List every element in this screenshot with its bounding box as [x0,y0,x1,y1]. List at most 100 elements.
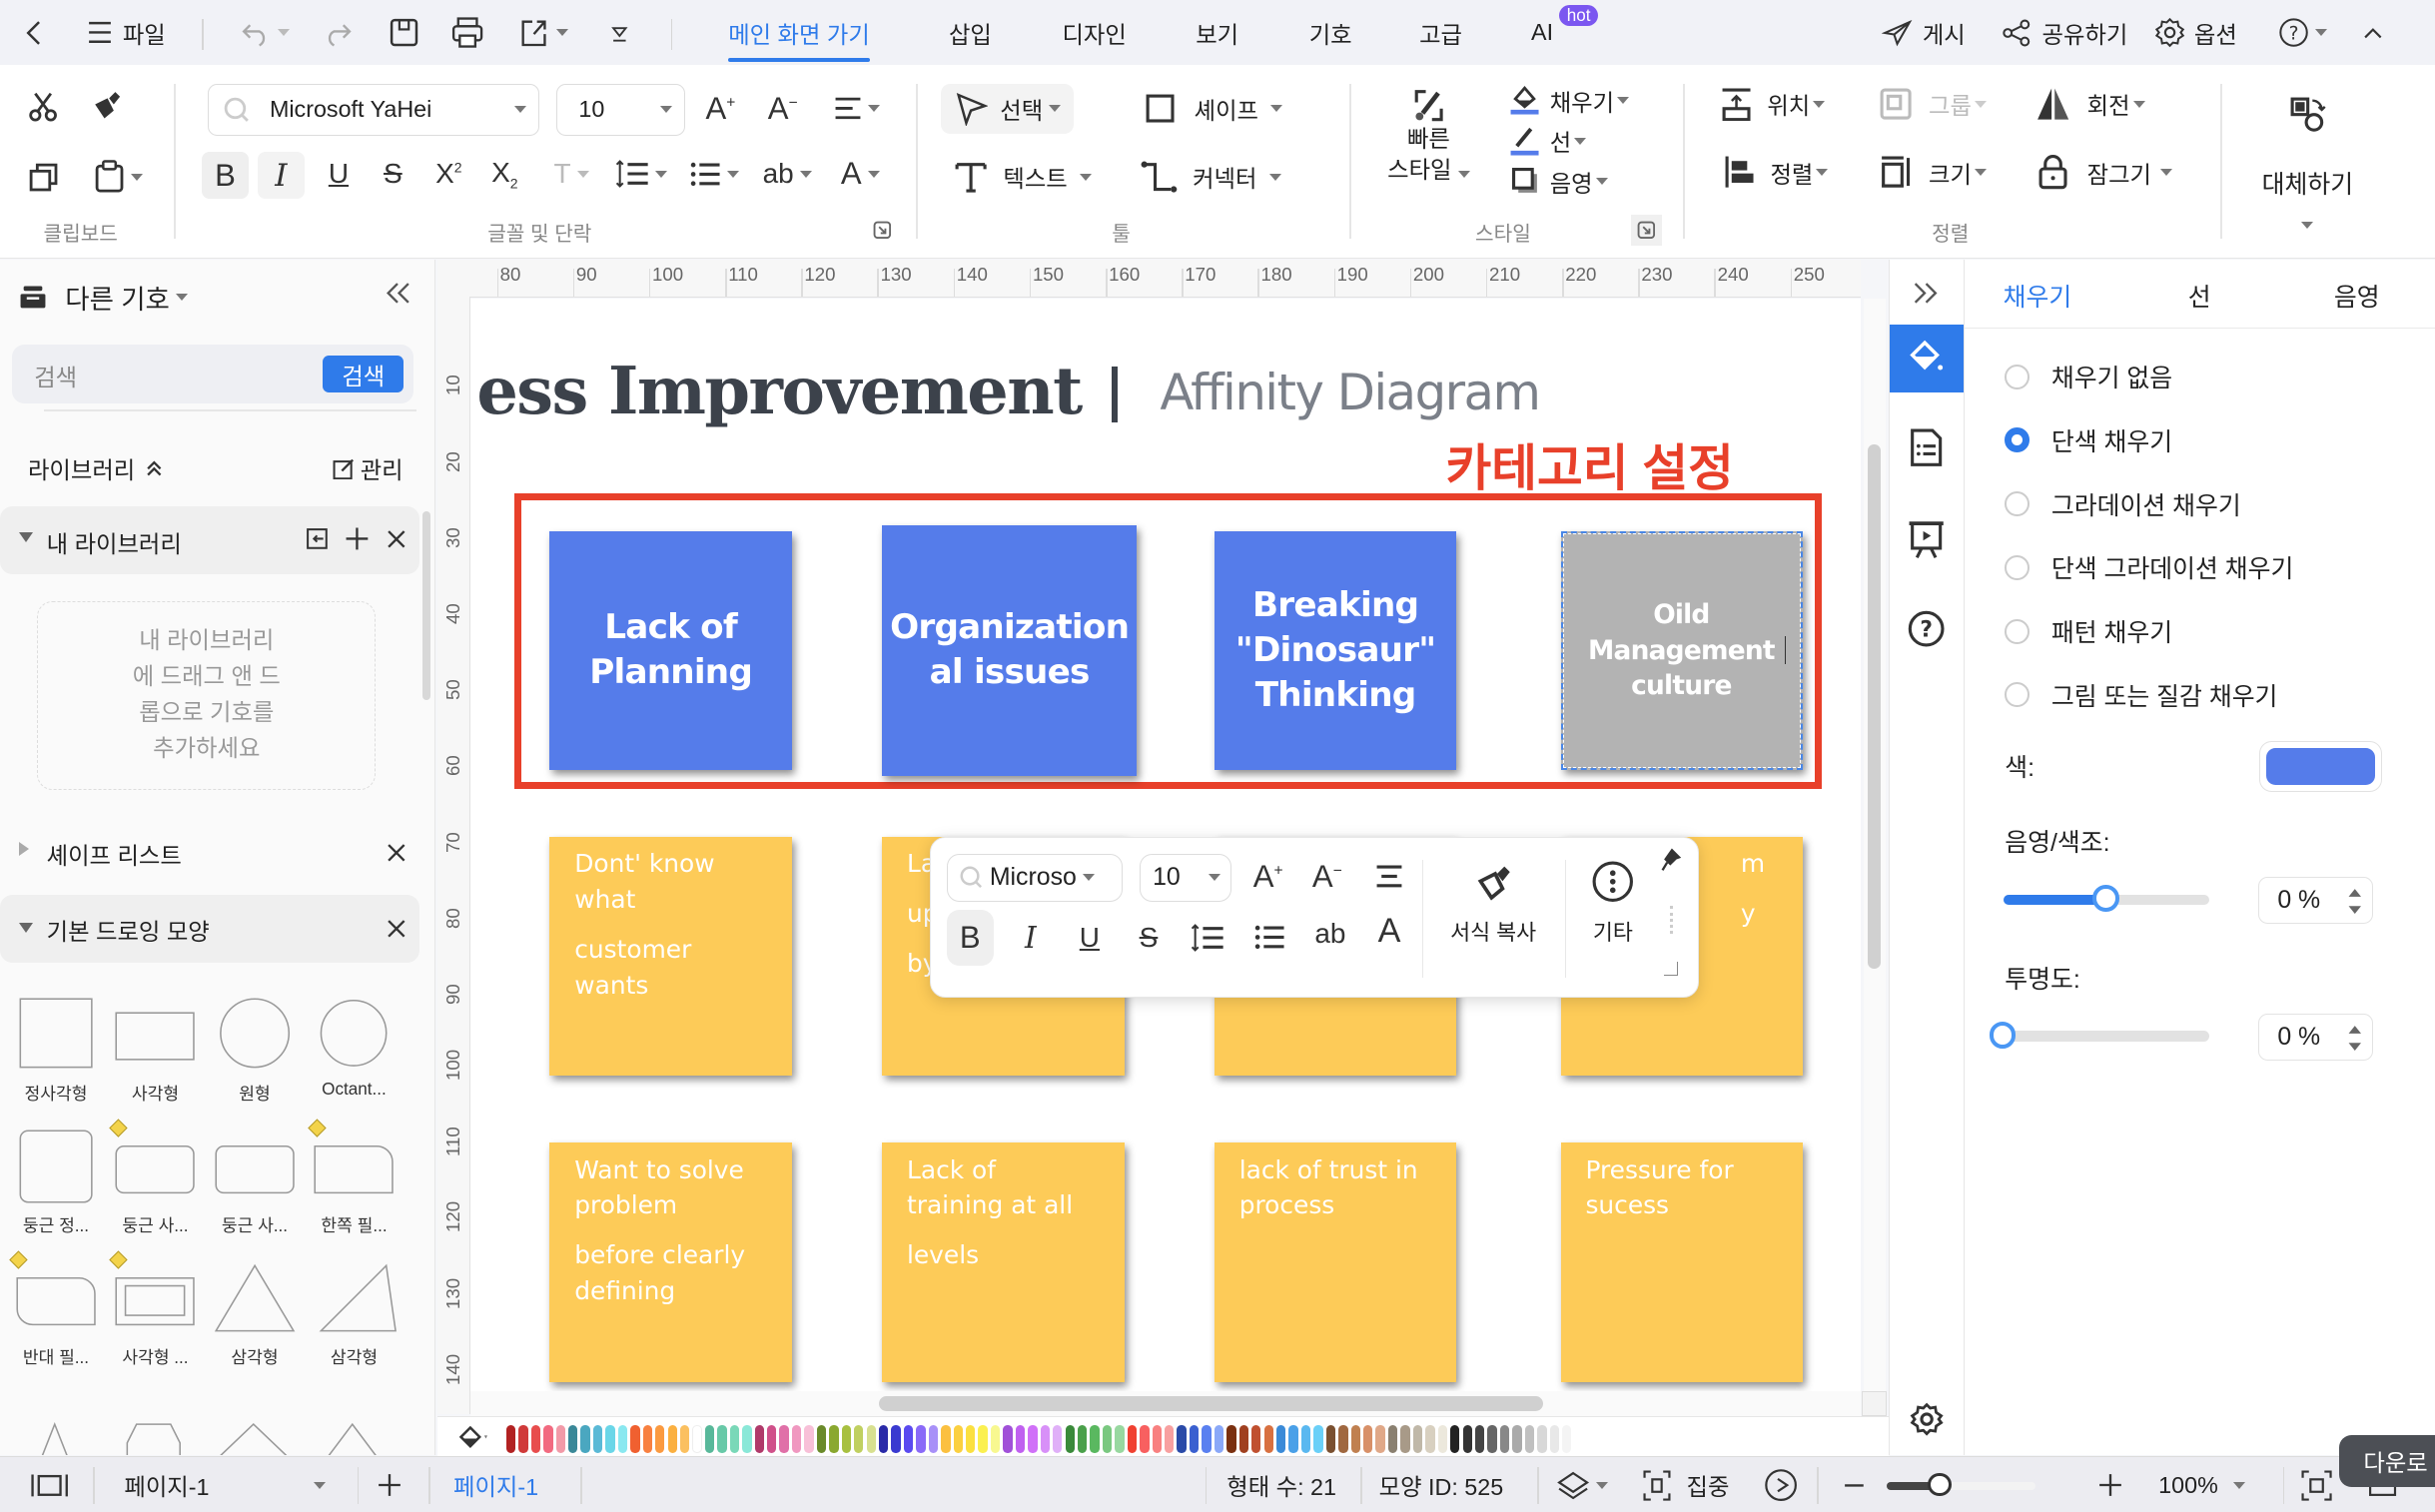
group-button[interactable]: 그룹 [1879,87,1988,121]
text-align-button[interactable] [826,87,888,131]
shade-input[interactable]: 0 % [2257,877,2373,925]
float-font-size-select[interactable]: 10 [1139,853,1231,903]
color-swatch[interactable] [1226,1424,1236,1453]
page-tab-active[interactable]: 페이지-1 [453,1457,538,1512]
color-swatch[interactable] [1338,1424,1348,1453]
float-increase-font-button[interactable]: A+ [1246,855,1290,899]
shape-item-rect[interactable]: 사각형 [109,993,202,1105]
zoom-in-button[interactable] [2096,1457,2124,1512]
float-font-family-select[interactable]: Microso [946,853,1123,903]
shape-item-partial[interactable] [19,1421,91,1455]
italic-button[interactable]: I [258,152,305,199]
category-card-selected[interactable]: Oild Management culture [1560,530,1804,771]
color-swatch[interactable] [1450,1424,1460,1453]
page-properties-tab[interactable] [1908,427,1945,467]
color-swatch[interactable] [978,1424,988,1453]
float-more-button[interactable]: 기타 [1577,860,1649,947]
color-swatch[interactable] [530,1424,541,1453]
color-swatch[interactable] [854,1424,864,1453]
pin-icon[interactable] [1661,847,1683,872]
font-size-select[interactable]: 10 [555,83,686,136]
close-icon[interactable] [386,842,407,864]
color-swatch[interactable] [1251,1424,1261,1453]
color-swatch[interactable] [1028,1424,1038,1453]
rotate-button[interactable]: 회전 [2034,87,2145,121]
color-swatch[interactable] [1053,1424,1063,1453]
color-swatch[interactable] [1313,1424,1323,1453]
shape-item-rrect2[interactable]: 둥근 사... [208,1125,301,1236]
color-swatch[interactable] [966,1424,976,1453]
color-swatch[interactable] [1090,1424,1100,1453]
color-swatch[interactable] [1562,1424,1572,1453]
float-underline-button[interactable]: U [1068,916,1112,960]
color-swatch[interactable] [767,1424,777,1453]
category-card[interactable]: Lack of Planning [549,530,792,771]
resize-corner-icon[interactable] [1664,962,1678,976]
lock-button[interactable]: 잠그기 [2037,155,2173,190]
color-swatch[interactable] [878,1424,889,1453]
color-swatch[interactable] [1537,1424,1547,1453]
float-font-color-button[interactable]: A [1367,910,1411,954]
line-spacing-button[interactable] [610,152,672,196]
color-swatch[interactable] [1152,1424,1162,1453]
shape-item-framerect[interactable]: 사각형 ... [109,1250,202,1368]
symbol-search-input[interactable]: 검색 검색 [12,345,413,404]
color-swatch[interactable] [1462,1424,1472,1453]
color-swatch[interactable] [1214,1424,1224,1453]
float-format-painter-button[interactable]: 서식 복사 [1437,860,1549,947]
fill-option-radio[interactable]: 단색 그라데이션 채우기 [2005,549,2293,585]
color-swatch[interactable] [1363,1424,1373,1453]
color-swatch[interactable] [1350,1424,1360,1453]
color-swatch[interactable] [866,1424,876,1453]
save-button[interactable] [389,0,419,65]
color-swatch[interactable] [928,1424,939,1453]
shadow-button[interactable]: 음영 [1512,165,1608,199]
shape-item-partial[interactable] [317,1421,389,1455]
plus-icon[interactable] [345,526,370,551]
color-swatch[interactable] [505,1424,516,1453]
color-swatch[interactable] [1437,1424,1447,1453]
color-swatch[interactable] [916,1424,926,1453]
play-button[interactable] [1764,1457,1798,1512]
tab-view[interactable]: 보기 [1196,0,1238,65]
color-swatch[interactable] [555,1424,565,1453]
focus-mode-button[interactable]: 집중 [1643,1457,1729,1512]
more-quick-access-button[interactable] [610,0,629,65]
settings-button[interactable] [1910,1402,1944,1436]
transparency-input[interactable]: 0 % [2257,1014,2373,1061]
color-swatch[interactable] [667,1424,677,1453]
float-strikethrough-button[interactable]: S [1127,916,1171,960]
category-card[interactable]: Organization al issues [882,524,1138,777]
tab-symbols[interactable]: 기호 [1309,0,1352,65]
decrease-font-button[interactable]: A− [761,87,805,131]
export-button[interactable] [518,0,568,65]
shape-item-square[interactable]: 정사각형 [9,993,102,1105]
search-button[interactable]: 검색 [323,356,405,393]
my-library-header[interactable]: 내 라이브러리 [0,505,419,575]
font-family-select[interactable]: Microsoft YaHei [208,83,539,136]
fill-color-picker[interactable] [2259,740,2383,793]
shape-item-rrect[interactable]: 둥근 사... [109,1118,202,1236]
color-swatch[interactable] [779,1424,789,1453]
file-menu-button[interactable]: 파일 [86,0,166,65]
color-swatch[interactable] [592,1424,603,1453]
style-dialog-launcher[interactable] [1630,214,1662,246]
color-swatch[interactable] [655,1424,665,1453]
cut-button[interactable] [22,84,66,128]
color-swatch[interactable] [1077,1424,1088,1453]
back-button[interactable] [22,0,47,65]
color-swatch[interactable] [1015,1424,1026,1453]
color-swatch[interactable] [1549,1424,1559,1453]
page-view-button[interactable] [31,1457,69,1512]
float-bold-button[interactable]: B [946,909,994,966]
category-card[interactable]: Breaking "Dinosaur" Thinking [1214,530,1457,771]
color-swatch[interactable] [1387,1424,1398,1453]
color-swatch[interactable] [754,1424,764,1453]
color-swatch[interactable] [605,1424,615,1453]
font-color-button[interactable]: A [829,152,891,196]
color-swatch[interactable] [1499,1424,1510,1453]
color-swatch[interactable] [704,1424,715,1453]
bold-button[interactable]: B [202,152,249,199]
options-button[interactable]: 옵션 [2154,0,2237,65]
color-swatch[interactable] [1140,1424,1150,1453]
